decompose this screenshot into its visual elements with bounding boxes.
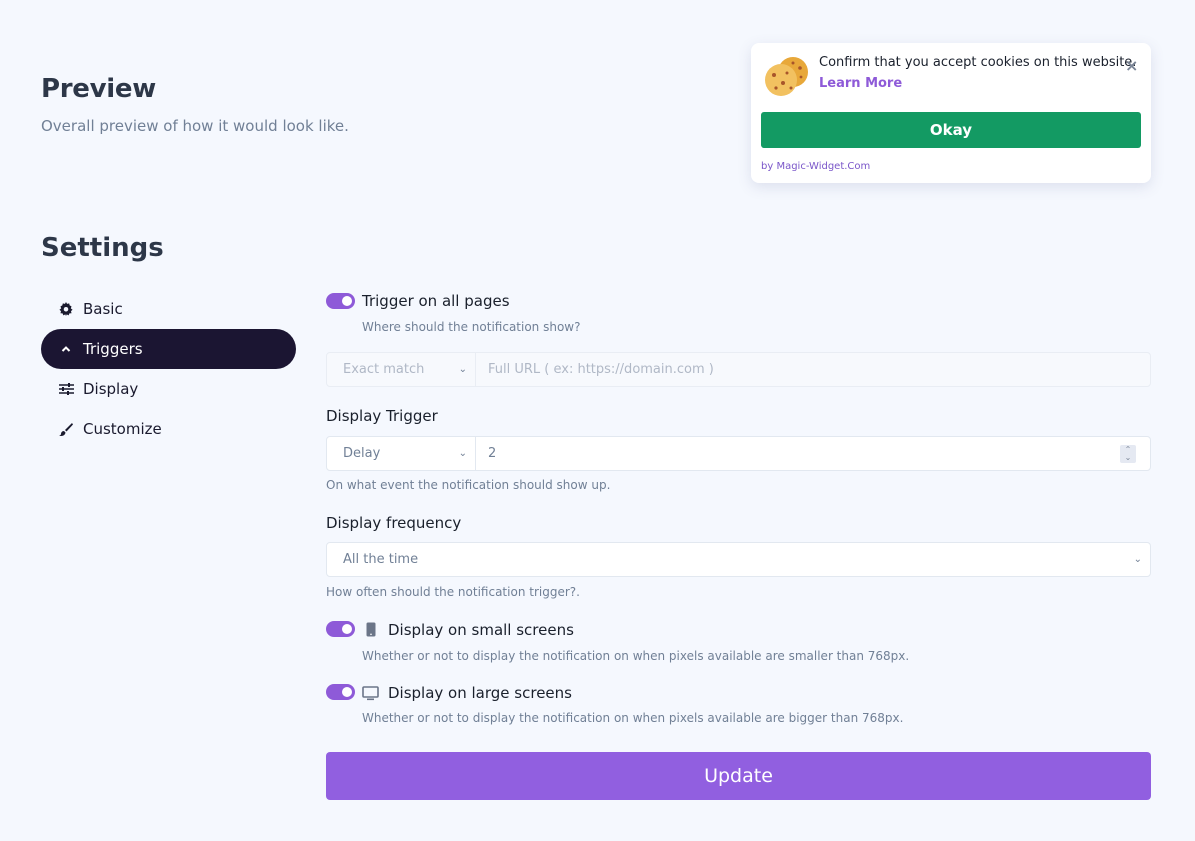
trigger-all-pages-help: Where should the notification show? bbox=[362, 320, 581, 334]
large-screens-help: Whether or not to display the notificati… bbox=[362, 711, 904, 725]
nav-label: Basic bbox=[83, 300, 123, 318]
update-button[interactable]: Update bbox=[326, 752, 1151, 800]
chevron-up-icon bbox=[58, 341, 74, 357]
learn-more-link[interactable]: Learn More bbox=[819, 76, 902, 91]
match-type-select[interactable]: Exact match ⌄ bbox=[327, 353, 476, 386]
display-trigger-group: Delay ⌄ 2 ⌃ ⌄ bbox=[326, 436, 1151, 471]
nav-label: Customize bbox=[83, 420, 162, 438]
trigger-all-pages-label: Trigger on all pages bbox=[362, 292, 510, 310]
desktop-icon bbox=[362, 686, 379, 701]
small-screens-toggle[interactable] bbox=[326, 621, 355, 637]
nav-label: Display bbox=[83, 380, 139, 398]
small-screens-label: Display on small screens bbox=[388, 621, 574, 639]
number-spinner[interactable]: ⌃ ⌄ bbox=[1120, 445, 1136, 463]
settings-title: Settings bbox=[41, 233, 164, 263]
url-input[interactable]: Full URL ( ex: https://domain.com ) bbox=[476, 353, 1150, 386]
gear-icon bbox=[58, 301, 74, 317]
cookie-widget-preview: Confirm that you accept cookies on this … bbox=[751, 43, 1151, 183]
nav-item-customize[interactable]: Customize bbox=[41, 409, 296, 449]
settings-nav: Basic Triggers Display Customize bbox=[41, 289, 296, 449]
cookie-message: Confirm that you accept cookies on this … bbox=[819, 55, 1137, 70]
display-trigger-label: Display Trigger bbox=[326, 407, 438, 425]
large-screens-toggle[interactable] bbox=[326, 684, 355, 700]
mobile-icon bbox=[366, 622, 376, 637]
nav-item-display[interactable]: Display bbox=[41, 369, 296, 409]
chevron-down-icon: ⌄ bbox=[1133, 554, 1142, 565]
display-frequency-label: Display frequency bbox=[326, 514, 462, 532]
display-frequency-select[interactable]: All the time ⌄ bbox=[326, 542, 1151, 577]
cookie-icon bbox=[765, 57, 808, 96]
nav-item-triggers[interactable]: Triggers bbox=[41, 329, 296, 369]
preview-subtitle: Overall preview of how it would look lik… bbox=[41, 117, 349, 135]
display-trigger-select[interactable]: Delay ⌄ bbox=[327, 437, 476, 470]
large-screens-label: Display on large screens bbox=[388, 684, 572, 702]
okay-button[interactable]: Okay bbox=[761, 112, 1141, 148]
display-trigger-help: On what event the notification should sh… bbox=[326, 478, 611, 492]
small-screens-help: Whether or not to display the notificati… bbox=[362, 649, 910, 663]
nav-item-basic[interactable]: Basic bbox=[41, 289, 296, 329]
trigger-all-pages-toggle[interactable] bbox=[326, 293, 355, 309]
nav-label: Triggers bbox=[83, 340, 143, 358]
display-frequency-value: All the time bbox=[343, 552, 419, 567]
display-frequency-help: How often should the notification trigge… bbox=[326, 585, 580, 599]
display-trigger-select-value: Delay bbox=[343, 446, 381, 461]
url-match-group: Exact match ⌄ Full URL ( ex: https://dom… bbox=[326, 352, 1151, 387]
preview-title: Preview bbox=[41, 74, 156, 104]
sliders-icon bbox=[58, 381, 74, 397]
chevron-down-icon: ⌄ bbox=[458, 448, 467, 459]
display-trigger-value-input[interactable]: 2 bbox=[476, 437, 1150, 470]
branding-text: by Magic-Widget.Com bbox=[761, 161, 871, 172]
spin-down-icon[interactable]: ⌄ bbox=[1125, 454, 1132, 462]
close-icon[interactable]: × bbox=[1125, 56, 1138, 75]
match-type-value: Exact match bbox=[343, 362, 425, 377]
paintbrush-icon bbox=[58, 421, 74, 437]
chevron-down-icon: ⌄ bbox=[458, 364, 467, 375]
